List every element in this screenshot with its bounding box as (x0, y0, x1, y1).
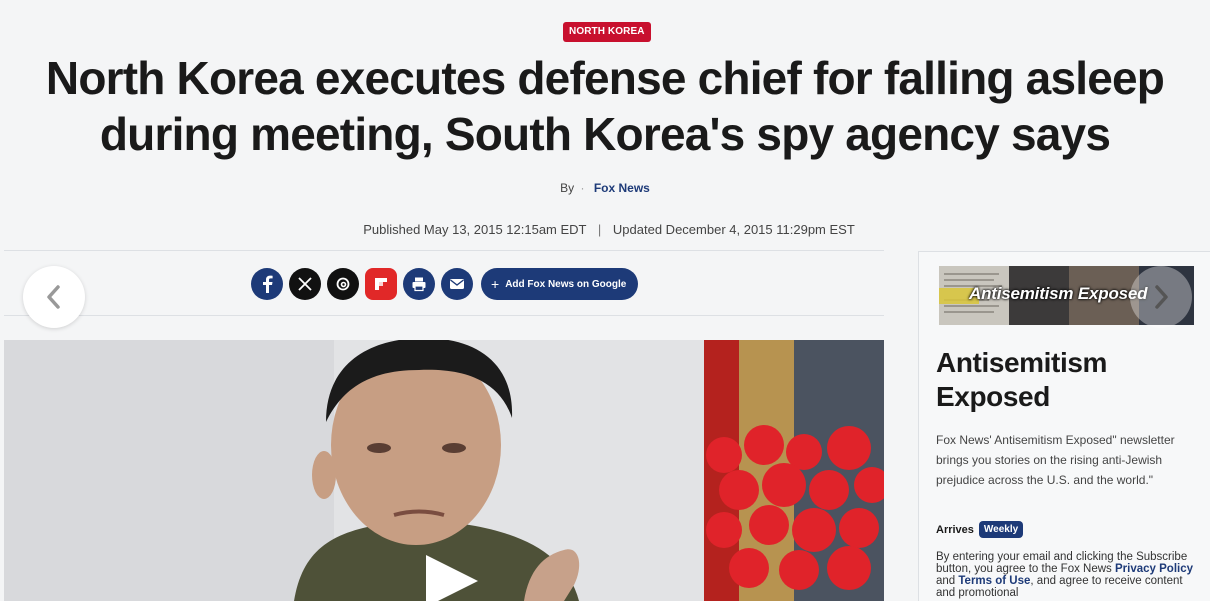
add-fox-on-google-label: Add Fox News on Google (505, 278, 627, 290)
print-icon[interactable] (403, 268, 435, 300)
chevron-left-icon (47, 285, 60, 309)
article-headline: North Korea executes defense chief for f… (45, 52, 1165, 160)
facebook-icon[interactable] (251, 268, 283, 300)
x-icon[interactable] (289, 268, 321, 300)
legal-and: and (936, 575, 956, 587)
newsletter-title: Antisemitism Exposed (936, 347, 1108, 412)
carousel-prev-button[interactable] (23, 266, 85, 328)
newsletter-banner-text: Antisemitism Exposed (969, 284, 1148, 303)
arrives-label: Arrives (936, 523, 974, 536)
newsletter-legal-text: By entering your email and clicking the … (936, 551, 1200, 599)
newsletter-description: Fox News' Antisemitism Exposed" newslett… (936, 433, 1175, 487)
terms-of-use-link[interactable]: Terms of Use (958, 575, 1030, 587)
plus-icon: + (491, 276, 500, 292)
article-dates: Published May 13, 2015 12:15am EDT | Upd… (0, 222, 1210, 237)
published-date: Published May 13, 2015 12:15am EDT (363, 222, 587, 237)
play-icon[interactable] (426, 555, 478, 601)
byline-separator: · (580, 181, 585, 195)
chevron-right-icon (1155, 285, 1168, 309)
updated-date: Updated December 4, 2015 11:29pm EST (612, 222, 855, 237)
article-page: NORTH KOREA North Korea executes defense… (0, 0, 1210, 601)
share-bar: + Add Fox News on Google (251, 268, 639, 300)
category-badge[interactable]: NORTH KOREA (563, 22, 651, 42)
divider (4, 315, 884, 316)
privacy-policy-link[interactable]: Privacy Policy (1115, 563, 1193, 575)
newsletter-frequency: Arrives Weekly (936, 521, 1024, 538)
weekly-badge: Weekly (978, 521, 1024, 538)
divider (4, 250, 884, 251)
email-icon[interactable] (441, 268, 473, 300)
date-separator: | (597, 222, 602, 237)
add-fox-on-google-button[interactable]: + Add Fox News on Google (481, 268, 639, 300)
by-label: By (560, 181, 575, 195)
author-link[interactable]: Fox News (594, 181, 650, 195)
threads-icon[interactable] (327, 268, 359, 300)
byline: By · Fox News (0, 181, 1210, 195)
flipboard-icon[interactable] (365, 268, 397, 300)
carousel-next-button[interactable] (1130, 266, 1192, 328)
